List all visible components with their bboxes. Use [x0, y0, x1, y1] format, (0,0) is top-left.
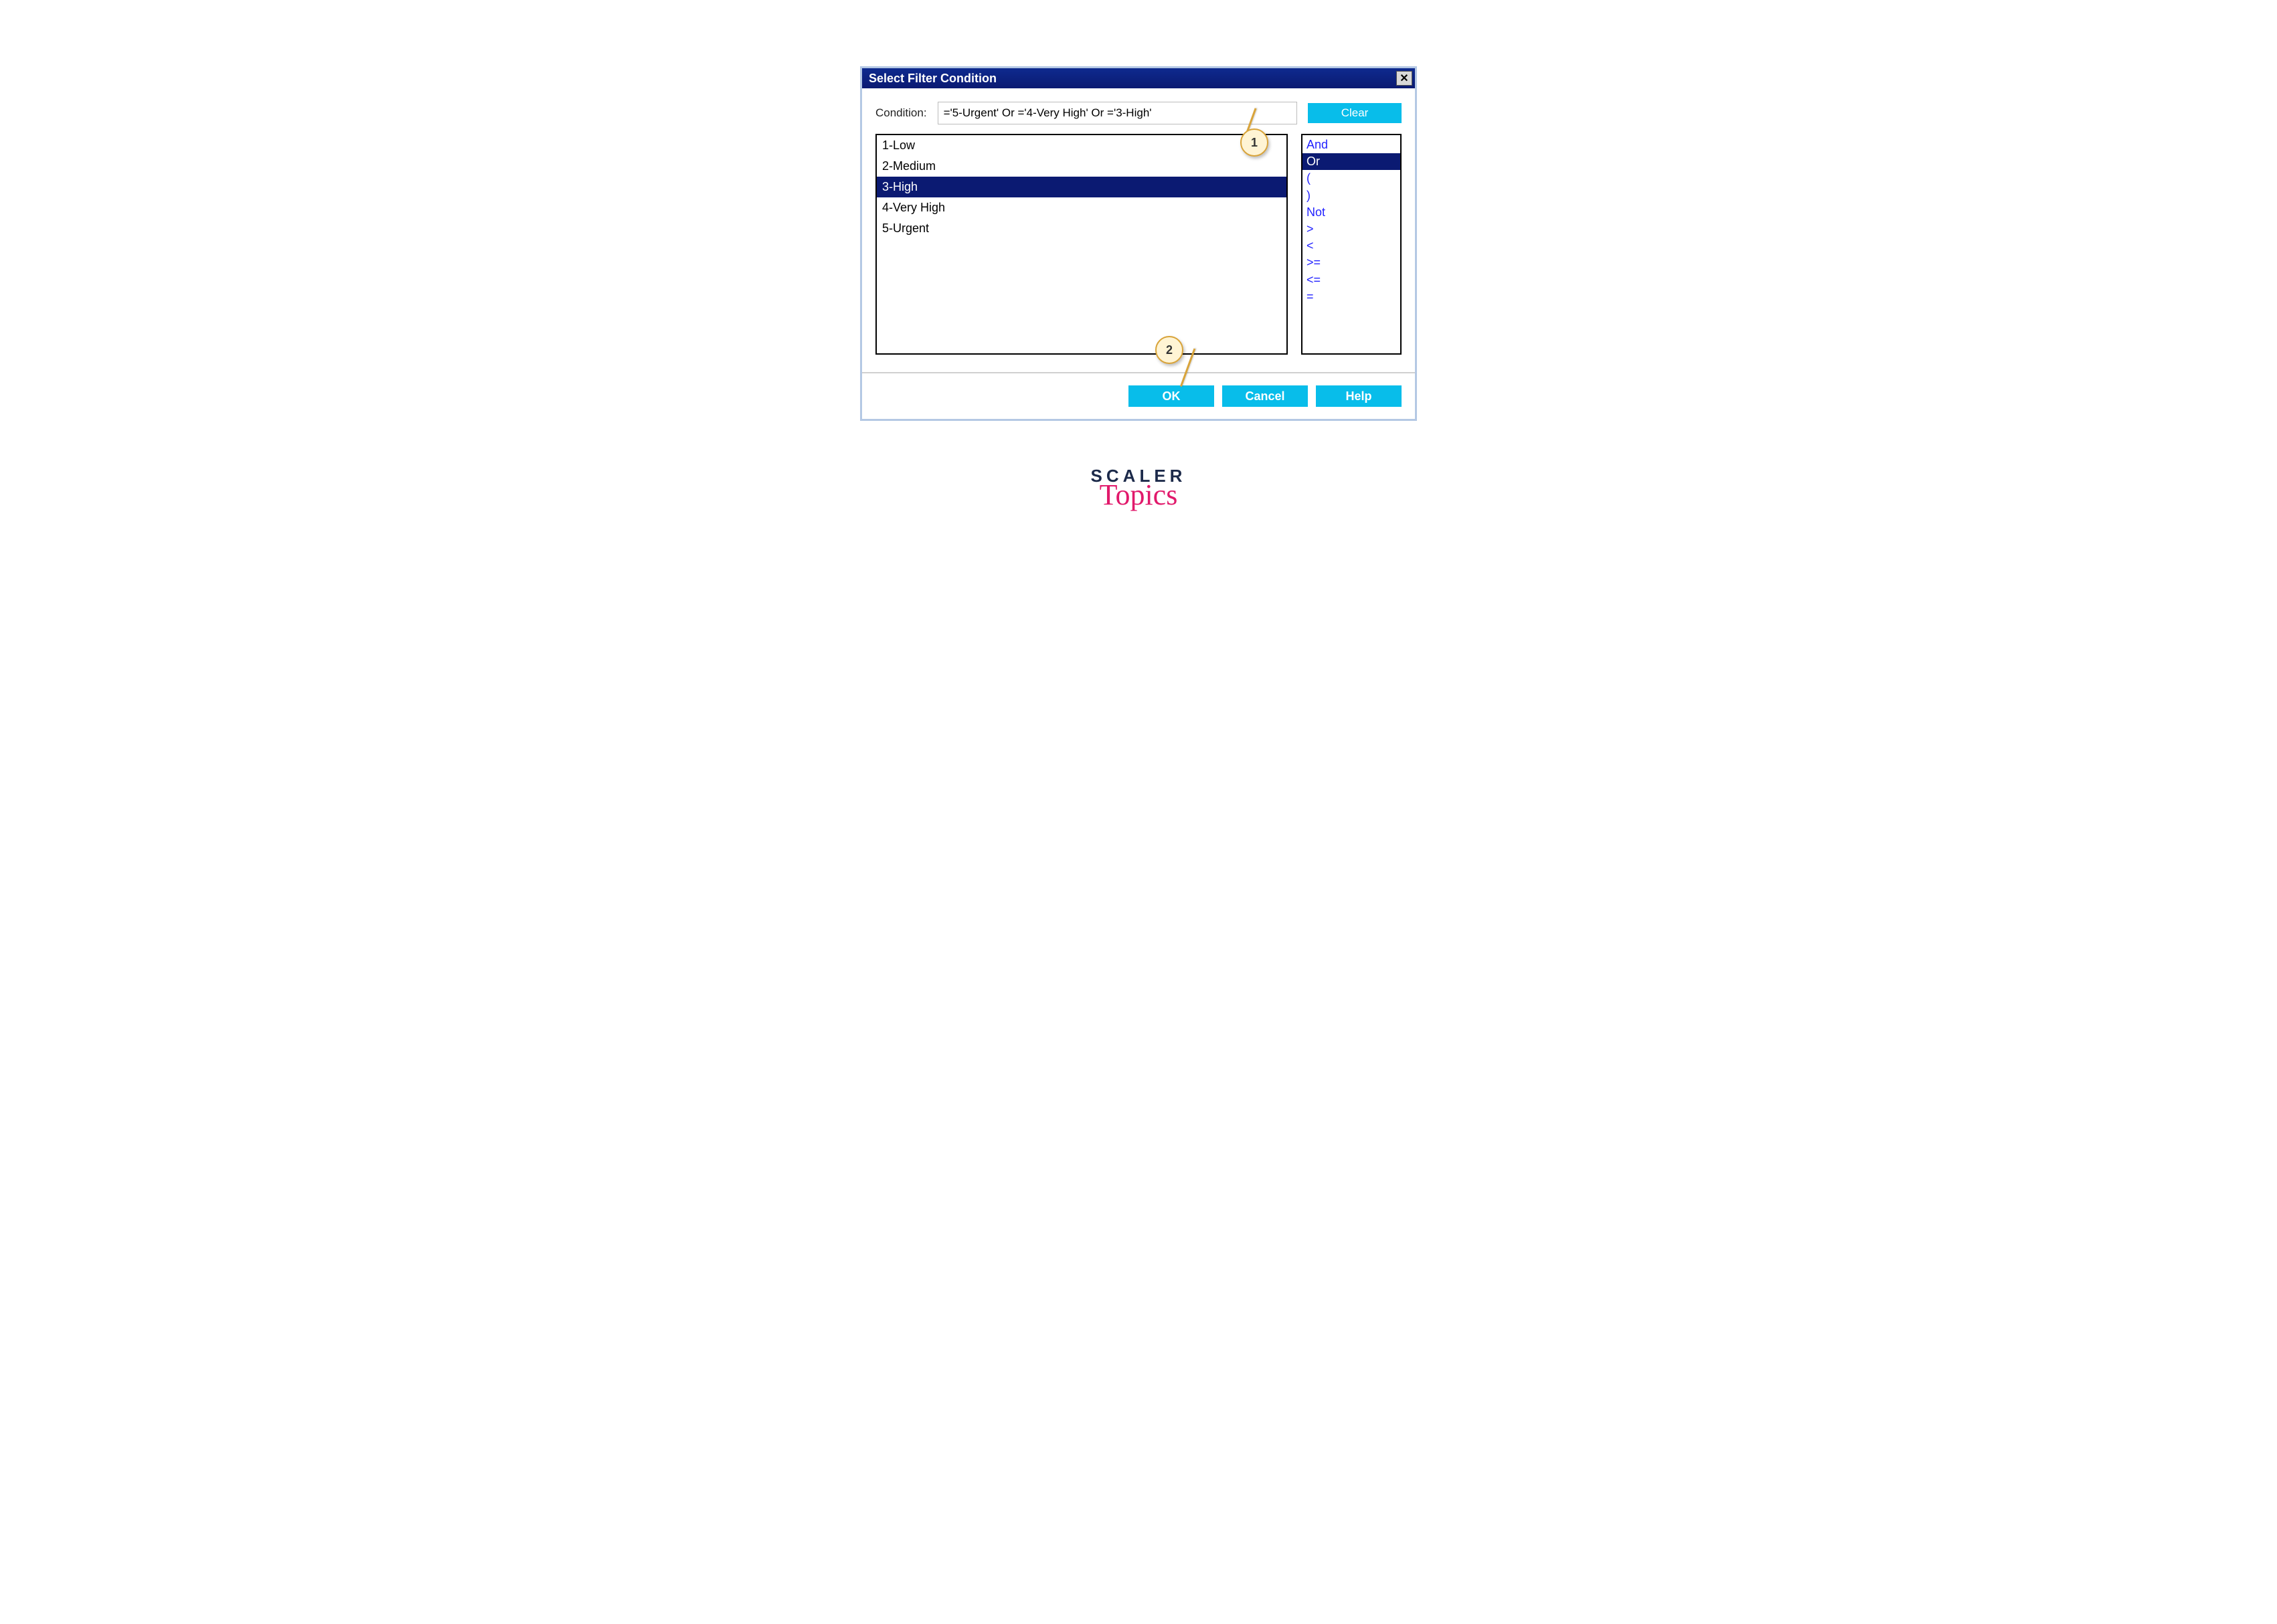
value-item[interactable]: 2-Medium: [877, 156, 1286, 177]
cancel-button[interactable]: Cancel: [1222, 385, 1308, 407]
callout-1-number: 1: [1251, 136, 1258, 150]
condition-row: Condition: Clear: [875, 102, 1402, 124]
clear-button[interactable]: Clear: [1308, 103, 1402, 123]
title-bar: Select Filter Condition ✕: [862, 68, 1415, 88]
ok-button[interactable]: OK: [1128, 385, 1214, 407]
operator-item[interactable]: <: [1302, 238, 1400, 254]
operator-item[interactable]: =: [1302, 288, 1400, 305]
canvas: Select Filter Condition ✕ Condition: Cle…: [710, 0, 1567, 537]
operator-item[interactable]: Or: [1302, 153, 1400, 170]
dialog-footer: OK Cancel Help: [862, 373, 1415, 419]
filter-dialog: Select Filter Condition ✕ Condition: Cle…: [861, 67, 1416, 420]
operator-item[interactable]: (: [1302, 170, 1400, 187]
operator-item[interactable]: <=: [1302, 272, 1400, 288]
value-item[interactable]: 5-Urgent: [877, 218, 1286, 239]
dialog-title: Select Filter Condition: [869, 72, 997, 86]
callout-2: 2: [1155, 336, 1183, 364]
value-item[interactable]: 3-High: [877, 177, 1286, 197]
values-listbox[interactable]: 1-Low2-Medium3-High4-Very High5-Urgent: [875, 134, 1288, 355]
operator-item[interactable]: Not: [1302, 204, 1400, 221]
operator-item[interactable]: ): [1302, 187, 1400, 204]
operator-item[interactable]: >=: [1302, 254, 1400, 271]
scaler-topics-logo: SCALER Topics: [1091, 467, 1187, 510]
operator-item[interactable]: And: [1302, 137, 1400, 153]
help-button[interactable]: Help: [1316, 385, 1402, 407]
condition-label: Condition:: [875, 106, 927, 120]
operators-listbox[interactable]: AndOr()Not><>=<==: [1301, 134, 1402, 355]
dialog-body: Condition: Clear 1-Low2-Medium3-High4-Ve…: [862, 88, 1415, 355]
condition-input[interactable]: [938, 102, 1297, 124]
operator-item[interactable]: >: [1302, 221, 1400, 238]
callout-1: 1: [1240, 128, 1268, 157]
value-item[interactable]: 1-Low: [877, 135, 1286, 156]
lists-row: 1-Low2-Medium3-High4-Very High5-Urgent A…: [875, 134, 1402, 355]
logo-line2: Topics: [1091, 480, 1187, 510]
close-icon: ✕: [1400, 72, 1408, 85]
close-button[interactable]: ✕: [1396, 71, 1412, 86]
value-item[interactable]: 4-Very High: [877, 197, 1286, 218]
callout-2-number: 2: [1166, 343, 1173, 357]
